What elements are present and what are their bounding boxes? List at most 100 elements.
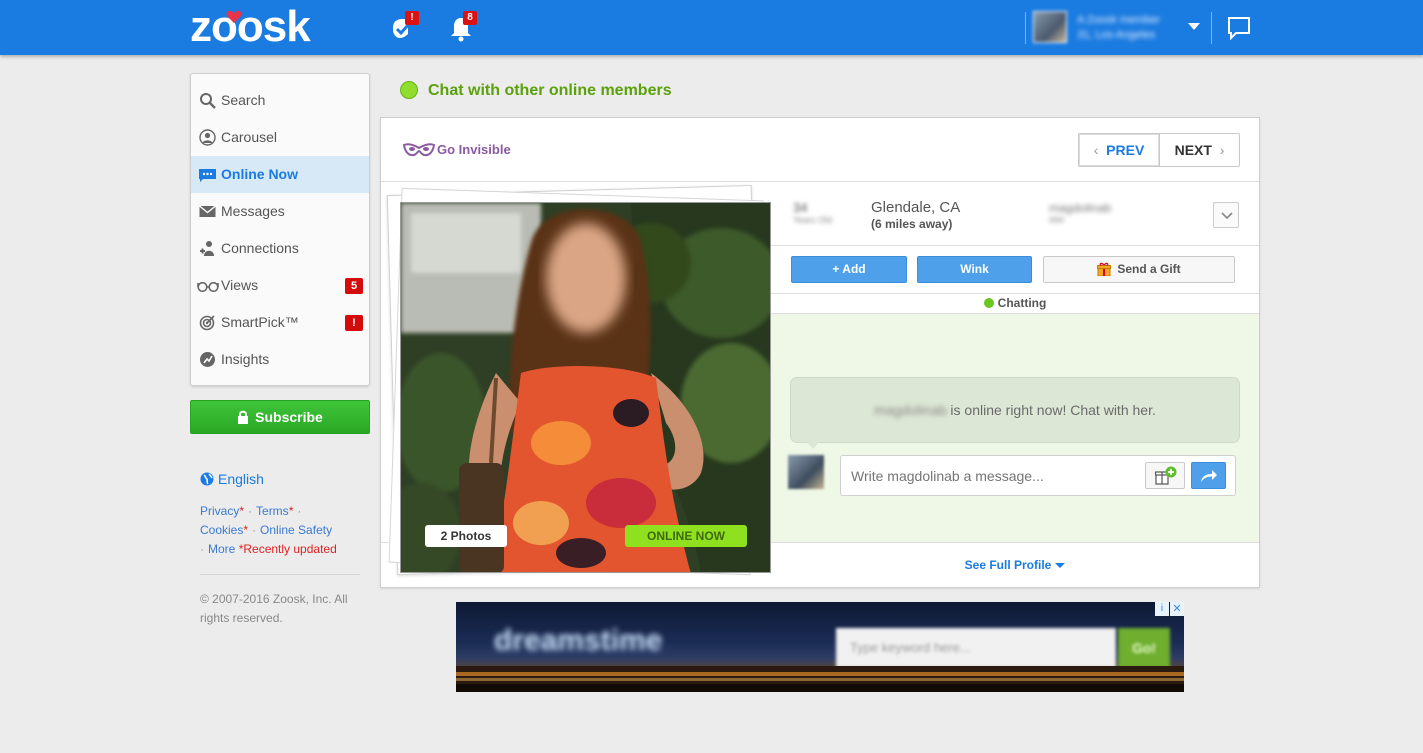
bubble-tail: [807, 442, 819, 449]
profile-age: 34 Years Old: [793, 200, 833, 225]
user-location: 31, Los Angeles: [1077, 29, 1156, 41]
profile-info-row: 34 Years Old Glendale, CA (6 miles away) …: [771, 182, 1259, 246]
avatar: [1033, 11, 1067, 43]
gift-icon: [1097, 262, 1112, 277]
photos-count-pill[interactable]: 2 Photos: [425, 525, 507, 547]
privacy-link[interactable]: Privacy: [200, 504, 239, 518]
sidebar-item-carousel[interactable]: Carousel: [191, 119, 369, 156]
cookies-link[interactable]: Cookies: [200, 523, 243, 537]
copyright-text: © 2007-2016 Zoosk, Inc. All rights reser…: [200, 592, 348, 625]
ad-close-icon[interactable]: ✕: [1170, 602, 1184, 616]
next-button[interactable]: NEXT ›: [1160, 134, 1239, 166]
mask-icon: [402, 143, 436, 157]
chevron-left-icon: ‹: [1093, 142, 1099, 158]
language-selector[interactable]: English: [200, 471, 264, 487]
top-bar: zoosk ! 8 A Zoosk member 31, Los Angeles: [0, 0, 1423, 55]
activity-badge: !: [405, 11, 419, 25]
sidebar-item-online-now[interactable]: Online Now: [191, 156, 369, 193]
ad-search-input[interactable]: Type keyword here...: [836, 628, 1116, 668]
message-input[interactable]: [851, 468, 1131, 484]
chat-status-bar: Chatting: [771, 293, 1259, 314]
footer-links: Privacy* · Terms* · Cookies* · Online Safety …: [200, 504, 337, 556]
send-arrow-icon: [1201, 470, 1217, 482]
wink-button[interactable]: Wink: [917, 256, 1032, 283]
sidebar-divider: [200, 574, 360, 575]
sidebar-nav: Search Carousel Online Now Messages Conn…: [190, 73, 370, 386]
status-dot-icon: [983, 298, 994, 308]
card-toolbar: Go Invisible ‹ PREV NEXT ›: [381, 118, 1259, 182]
views-badge: 5: [345, 278, 363, 294]
online-dot-icon: [400, 81, 418, 99]
heart-icon: [226, 10, 242, 23]
more-link[interactable]: More: [208, 542, 235, 556]
notifications-button[interactable]: 8: [449, 11, 477, 42]
chat-bubble-icon: [199, 169, 216, 182]
smartpick-badge: !: [345, 315, 363, 331]
attach-gift-button[interactable]: [1145, 462, 1185, 489]
page-title: Chat with other online members: [400, 81, 672, 101]
online-now-badge: ONLINE NOW: [625, 525, 747, 547]
prev-button[interactable]: ‹ PREV: [1079, 134, 1160, 166]
activity-check-button[interactable]: !: [391, 11, 419, 42]
advertisement-banner[interactable]: dreamstime Type keyword here... Go! i ✕: [456, 602, 1184, 692]
profile-distance: (6 miles away): [871, 217, 953, 231]
sidebar-item-search[interactable]: Search: [191, 82, 369, 119]
add-button[interactable]: + Add: [791, 256, 907, 283]
send-button[interactable]: [1191, 462, 1226, 489]
online-safety-link[interactable]: Online Safety: [260, 523, 332, 537]
profile-photo[interactable]: 2 Photos ONLINE NOW: [400, 202, 771, 573]
message-composer: [840, 455, 1236, 496]
globe-icon: [200, 472, 214, 486]
chat-panel: magdolinab is online right now! Chat wit…: [771, 314, 1259, 542]
sidebar-item-connections[interactable]: Connections: [191, 230, 369, 267]
profile-pager: ‹ PREV NEXT ›: [1078, 133, 1240, 167]
connections-icon: [200, 241, 214, 256]
privacy-star: *: [239, 504, 245, 518]
terms-link[interactable]: Terms: [256, 504, 289, 518]
caret-down-icon: [1055, 563, 1066, 568]
terms-star: *: [288, 504, 294, 518]
sidebar-item-insights[interactable]: Insights: [191, 341, 369, 378]
chat-icon: [1228, 17, 1250, 41]
chat-prompt-text: is online right now! Chat with her.: [946, 402, 1156, 418]
lock-icon: [238, 410, 249, 424]
chat-prompt-name: magdolinab: [874, 402, 947, 418]
user-name: A Zoosk member: [1077, 14, 1161, 26]
insights-icon: [200, 352, 215, 367]
subscribe-button[interactable]: Subscribe: [190, 400, 370, 434]
city-skyline-image: [456, 666, 1184, 692]
profile-city: Glendale, CA: [871, 199, 961, 216]
chevron-down-icon[interactable]: [1188, 23, 1200, 30]
profile-photo-image: [401, 203, 770, 572]
target-icon: [199, 315, 215, 331]
envelope-icon: [199, 205, 216, 217]
user-menu[interactable]: A Zoosk member 31, Los Angeles: [1033, 11, 1203, 45]
status-badge: Chatting: [997, 296, 1047, 310]
recently-updated-note: Recently updated: [243, 542, 337, 556]
sidebar-item-views[interactable]: Views 5: [191, 267, 369, 304]
notifications-badge: 8: [463, 11, 477, 25]
send-gift-button[interactable]: Send a Gift: [1043, 256, 1235, 283]
chevron-down-icon: [1221, 212, 1233, 220]
profile-username[interactable]: magdolinab ###: [1049, 201, 1111, 225]
carousel-icon: [199, 129, 216, 146]
chat-prompt-bubble: magdolinab is online right now! Chat wit…: [790, 377, 1240, 443]
chevron-right-icon: ›: [1219, 142, 1225, 158]
topbar-divider: [1025, 12, 1026, 44]
cookies-star: *: [243, 523, 249, 537]
go-invisible-button[interactable]: Go Invisible: [402, 142, 511, 158]
ad-info-icon[interactable]: i: [1155, 602, 1169, 616]
profile-options-dropdown[interactable]: [1213, 202, 1239, 228]
ad-logo: dreamstime: [494, 624, 663, 657]
zoosk-logo[interactable]: zoosk: [190, 4, 311, 50]
search-icon: [200, 93, 216, 109]
gift-add-icon: [1155, 466, 1177, 485]
avatar: [788, 455, 824, 489]
see-full-profile-link[interactable]: See Full Profile: [771, 542, 1259, 587]
chat-button[interactable]: [1227, 16, 1251, 45]
sidebar-item-messages[interactable]: Messages: [191, 193, 369, 230]
ad-go-button[interactable]: Go!: [1118, 628, 1170, 668]
topbar-divider: [1211, 12, 1212, 44]
sidebar-item-smartpick[interactable]: SmartPick™ !: [191, 304, 369, 341]
glasses-icon: [197, 281, 219, 293]
